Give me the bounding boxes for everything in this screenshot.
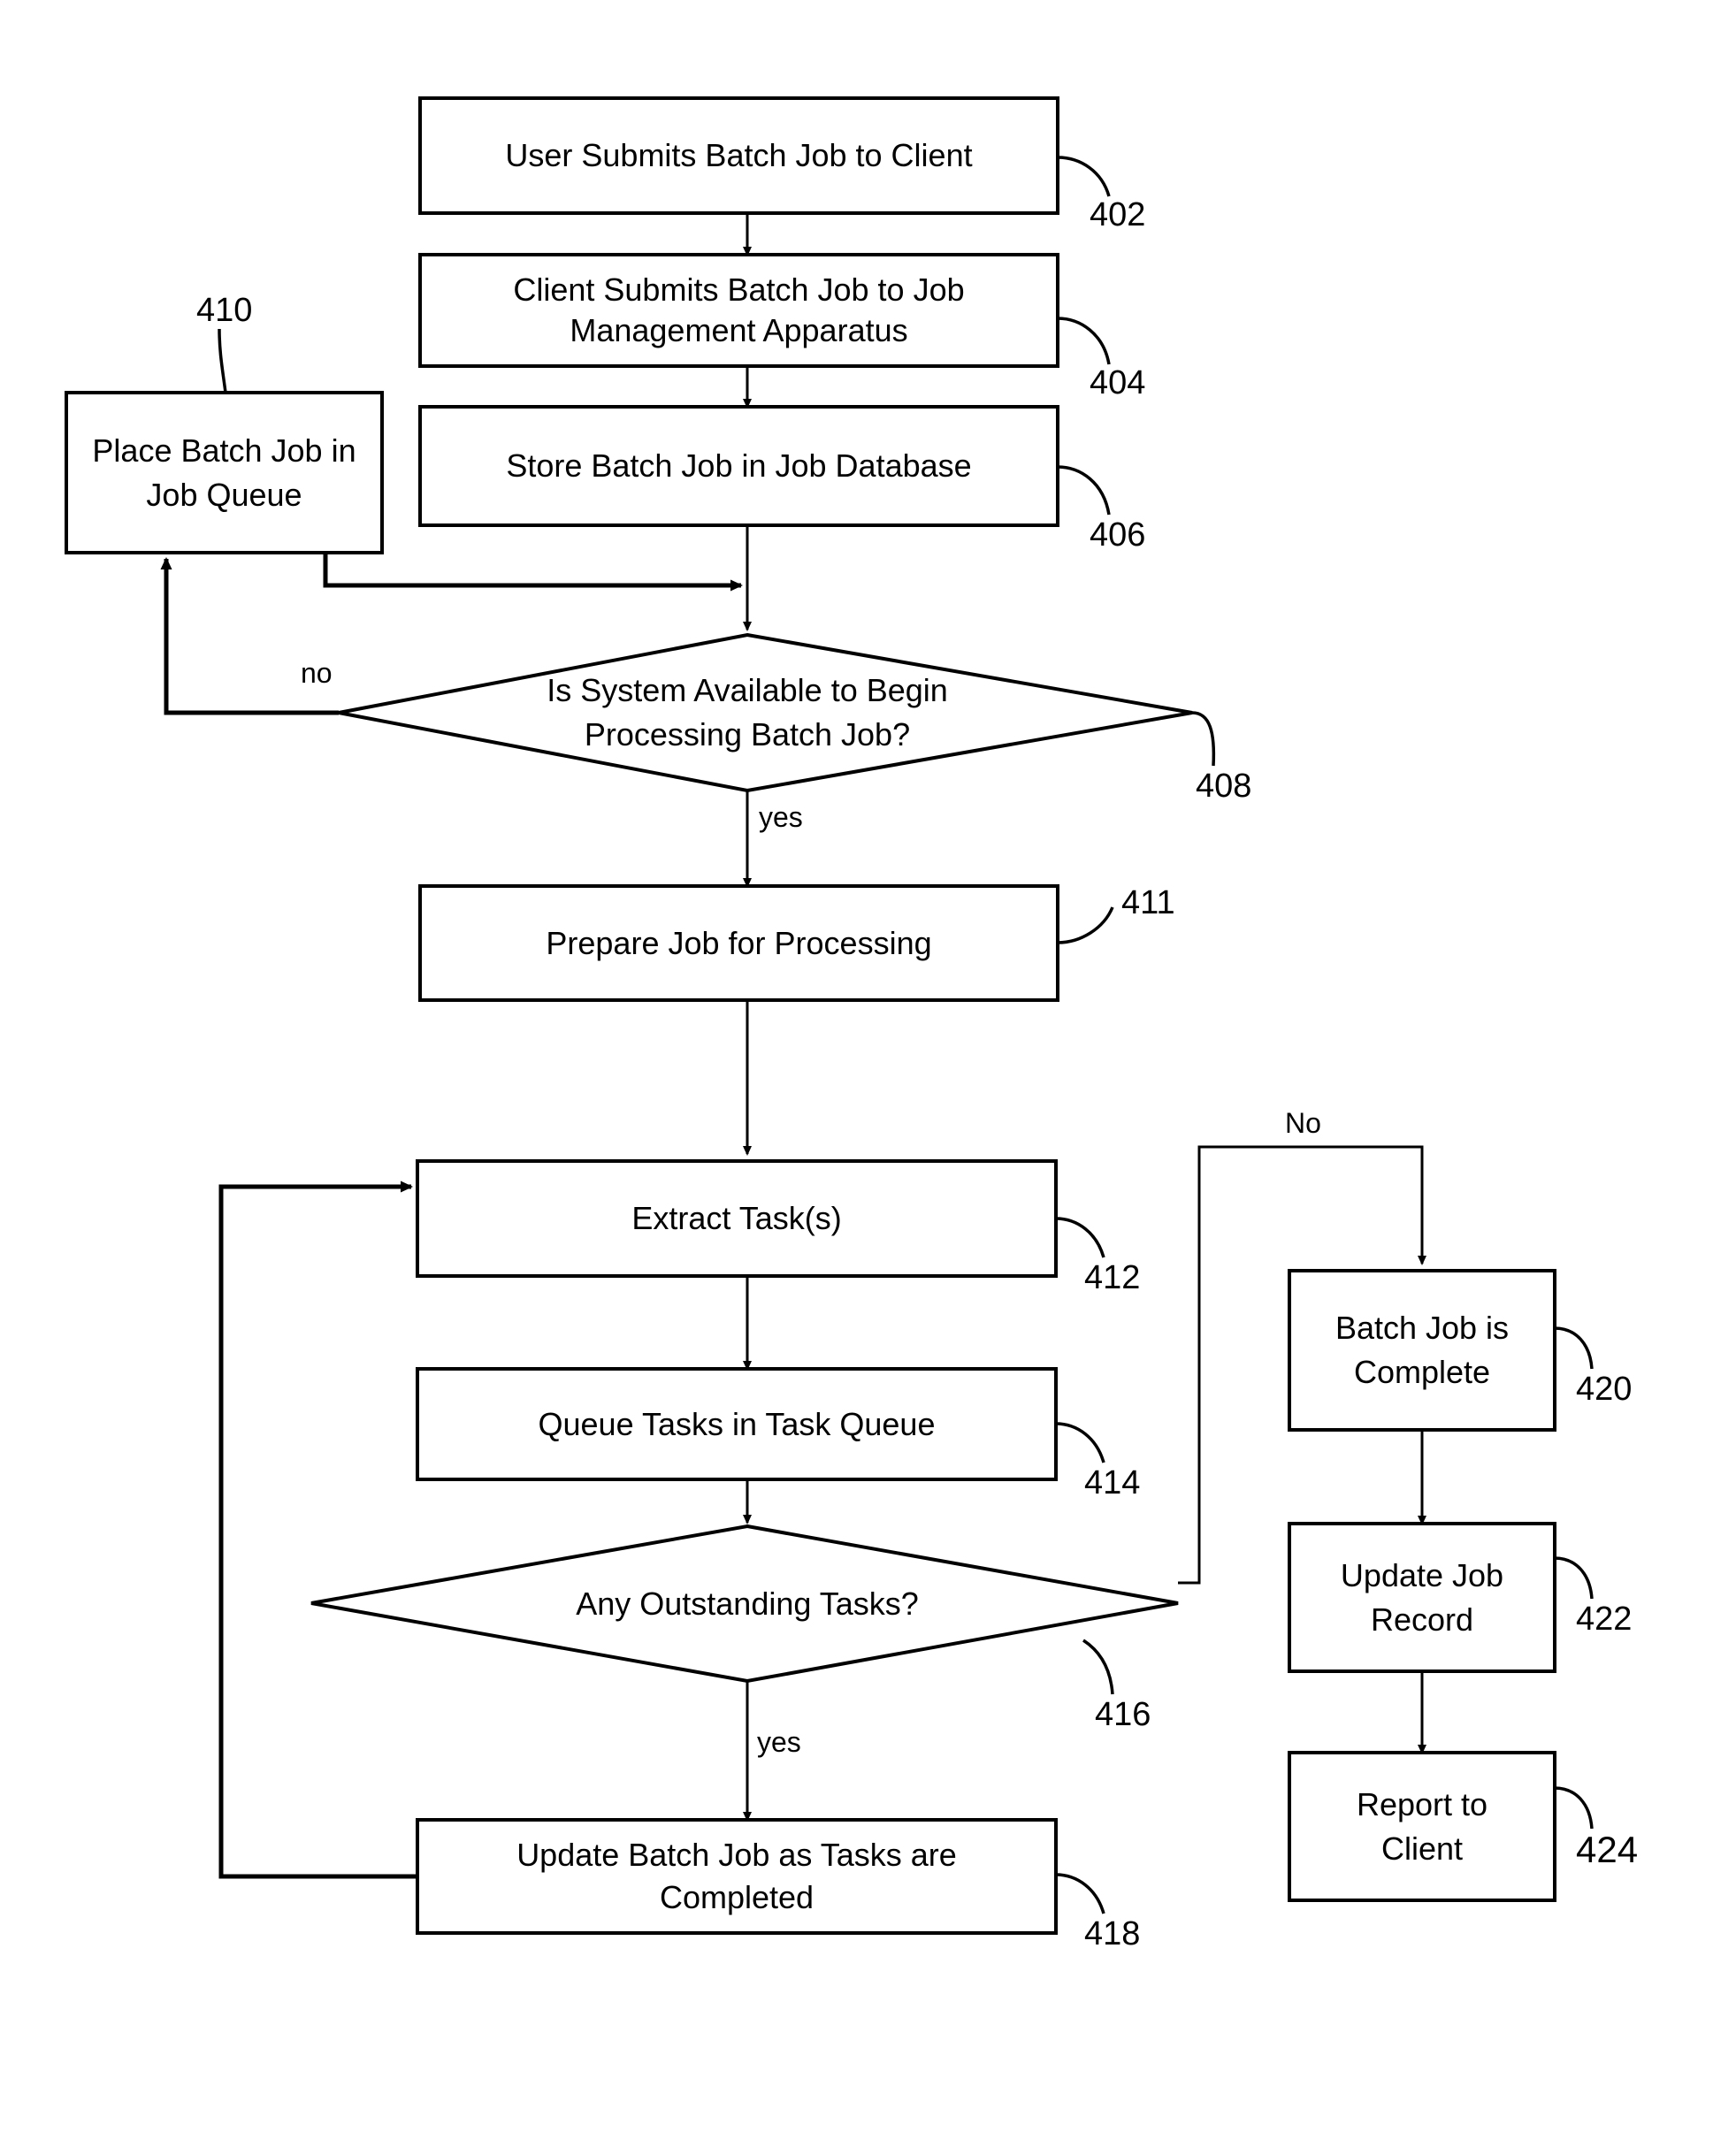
node-422-label: Update Job Record bbox=[1289, 1524, 1555, 1671]
ref-numeral-414: 414 bbox=[1084, 1464, 1141, 1501]
node-402-line-1: User Submits Batch Job to Client bbox=[505, 137, 973, 173]
edge-label-416-yes: yes bbox=[757, 1726, 801, 1758]
node-418-label: Update Batch Job as Tasks are Completed bbox=[417, 1820, 1056, 1933]
node-402-label: User Submits Batch Job to Client bbox=[420, 98, 1058, 213]
ref-numeral-416: 416 bbox=[1095, 1696, 1151, 1733]
node-410-line-1: Place Batch Job in bbox=[92, 432, 356, 469]
node-411-label: Prepare Job for Processing bbox=[420, 886, 1058, 1000]
node-424-label: Report to Client bbox=[1289, 1753, 1555, 1900]
node-411-line-1: Prepare Job for Processing bbox=[546, 924, 932, 961]
connector-410-to-spine bbox=[323, 553, 743, 592]
node-422-line-2: Record bbox=[1370, 1601, 1474, 1638]
node-418-line-2: Completed bbox=[659, 1879, 814, 1915]
edge-label-408-yes: yes bbox=[759, 801, 803, 833]
node-404-line-1: Client Submits Batch Job to Job bbox=[513, 271, 965, 308]
node-404-line-2: Management Apparatus bbox=[570, 312, 908, 348]
node-424-line-1: Report to bbox=[1356, 1785, 1488, 1822]
node-412-label: Extract Task(s) bbox=[417, 1161, 1056, 1276]
connector-418-loop-to-412 bbox=[218, 1180, 417, 1879]
leader-422 bbox=[1554, 1556, 1594, 1600]
node-412-line-1: Extract Task(s) bbox=[631, 1200, 842, 1236]
flowchart-page: User Submits Batch Job to Client Client … bbox=[0, 0, 1736, 2147]
leader-404 bbox=[1057, 317, 1111, 365]
ref-numeral-408: 408 bbox=[1196, 768, 1252, 805]
ref-numeral-404: 404 bbox=[1090, 364, 1146, 401]
leader-411 bbox=[1057, 906, 1114, 944]
node-420-line-1: Batch Job is bbox=[1335, 1310, 1510, 1346]
node-414-line-1: Queue Tasks in Task Queue bbox=[538, 1405, 936, 1442]
node-406-line-1: Store Batch Job in Job Database bbox=[506, 447, 972, 484]
leader-416 bbox=[1082, 1639, 1114, 1695]
leader-418 bbox=[1055, 1873, 1105, 1914]
ref-numeral-406: 406 bbox=[1090, 516, 1146, 554]
node-416-line-1: Any Outstanding Tasks? bbox=[576, 1585, 919, 1622]
node-420-line-2: Complete bbox=[1353, 1354, 1491, 1390]
node-416-label: Any Outstanding Tasks? bbox=[424, 1563, 1070, 1645]
leader-420 bbox=[1554, 1326, 1594, 1370]
leader-412 bbox=[1055, 1217, 1105, 1258]
edge-label-408-no: no bbox=[301, 657, 333, 689]
leader-414 bbox=[1055, 1422, 1105, 1463]
node-410-line-2: Job Queue bbox=[146, 476, 302, 513]
edge-label-416-no: No bbox=[1285, 1107, 1321, 1139]
node-424-line-2: Client bbox=[1380, 1830, 1464, 1867]
node-404-label: Client Submits Batch Job to Job Manageme… bbox=[420, 255, 1058, 366]
node-408-line-1: Is System Available to Begin bbox=[547, 672, 948, 708]
ref-numeral-422: 422 bbox=[1576, 1601, 1633, 1638]
leader-424 bbox=[1554, 1786, 1594, 1830]
ref-numeral-410: 410 bbox=[196, 292, 253, 329]
node-414-label: Queue Tasks in Task Queue bbox=[417, 1369, 1056, 1479]
ref-numeral-402: 402 bbox=[1090, 196, 1146, 233]
leader-408 bbox=[1191, 711, 1216, 767]
leader-402 bbox=[1057, 156, 1111, 197]
node-420-label: Batch Job is Complete bbox=[1289, 1271, 1555, 1430]
node-422-line-1: Update Job bbox=[1340, 1556, 1504, 1593]
ref-numeral-424: 424 bbox=[1576, 1829, 1639, 1870]
ref-numeral-420: 420 bbox=[1576, 1371, 1633, 1408]
ref-numeral-418: 418 bbox=[1084, 1915, 1141, 1952]
leader-410 bbox=[218, 328, 227, 393]
node-418-line-1: Update Batch Job as Tasks are bbox=[516, 1837, 957, 1873]
ref-numeral-412: 412 bbox=[1084, 1259, 1141, 1296]
node-408-line-2: Processing Batch Job? bbox=[584, 716, 911, 753]
leader-406 bbox=[1057, 465, 1111, 516]
node-410-label: Place Batch Job in Job Queue bbox=[66, 393, 382, 553]
node-406-label: Store Batch Job in Job Database bbox=[420, 407, 1058, 525]
node-408-label: Is System Available to Begin Processing … bbox=[424, 646, 1070, 780]
ref-numeral-411: 411 bbox=[1121, 884, 1175, 921]
